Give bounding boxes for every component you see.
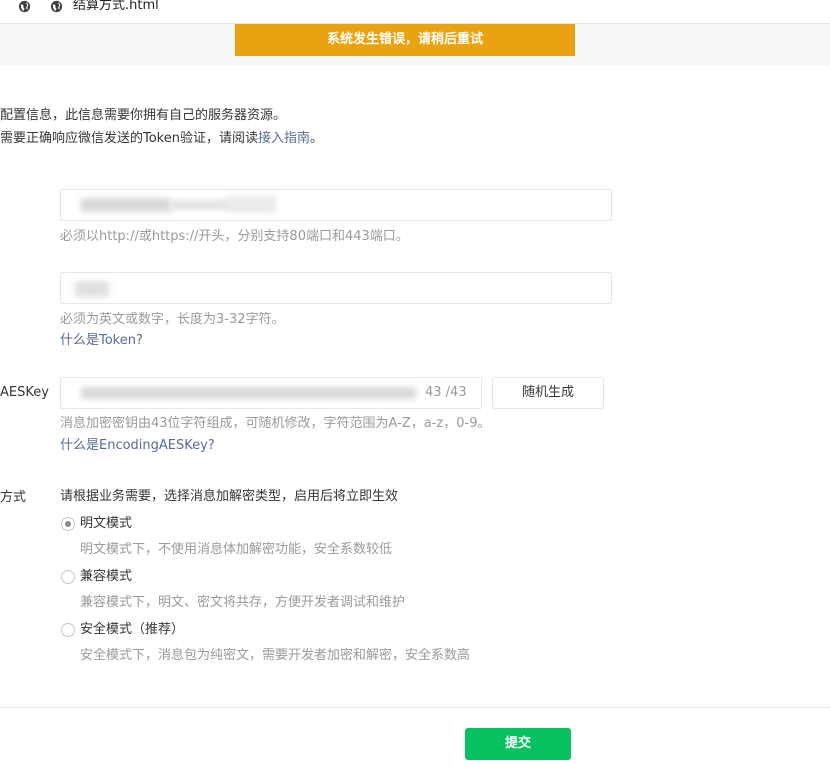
redacted-value [81,198,171,212]
radio-compatible[interactable] [61,570,75,584]
aes-key-hint: 消息加密密钥由43位字符组成，可随机修改，字符范围为A-Z，a-z，0-9。 [60,416,491,431]
redacted-value [81,387,416,399]
radio-plaintext-label[interactable]: 明文模式 [80,515,132,533]
aes-key-label: AESKey [0,385,49,400]
token-input[interactable] [60,272,612,304]
radio-compatible-desc: 兼容模式下，明文、密文将共存，方便开发者调试和维护 [80,595,406,610]
submit-button[interactable]: 提交 [465,728,571,760]
intro-line-2-suffix: 。 [310,131,324,146]
mode-label: 方式 [0,490,27,505]
redacted-value [226,196,276,212]
aes-key-input[interactable]: 43 /43 [60,377,482,409]
token-hint: 必须为英文或数字，长度为3-32字符。 [60,312,285,327]
url-hint: 必须以http://或https://开头，分别支持80端口和443端口。 [60,229,409,244]
redacted-value [75,281,109,297]
mode-intro: 请根据业务需要，选择消息加解密类型，启用后将立即生效 [60,489,399,504]
browser-tab-bar: 结算方式.html [0,0,830,24]
footer-divider [0,707,830,708]
tab-title[interactable]: 结算方式.html [73,0,159,14]
what-is-token-link[interactable]: 什么是Token? [60,332,143,350]
globe-icon [18,0,31,13]
intro-line-2: 需要正确响应微信发送的Token验证，请阅读接入指南。 [0,130,323,148]
aes-key-counter: 43 /43 [425,385,467,400]
radio-compatible-label[interactable]: 兼容模式 [80,568,132,586]
intro-line-1: 配置信息，此信息需要你拥有自己的服务器资源。 [0,108,287,123]
radio-plaintext[interactable] [61,517,75,531]
radio-secure[interactable] [61,623,75,637]
what-is-aes-key-link[interactable]: 什么是EncodingAESKey? [60,437,215,455]
access-guide-link[interactable]: 接入指南 [258,131,310,146]
random-generate-button[interactable]: 随机生成 [492,377,604,409]
globe-icon [50,0,63,13]
intro-line-2-prefix: 需要正确响应微信发送的Token验证，请阅读 [0,131,258,146]
radio-secure-desc: 安全模式下，消息包为纯密文，需要开发者加密和解密，安全系数高 [80,648,471,663]
url-input[interactable] [60,189,612,221]
error-banner: 系统发生错误，请稍后重试 [235,24,575,56]
radio-secure-label[interactable]: 安全模式（推荐） [80,621,184,639]
radio-plaintext-desc: 明文模式下，不使用消息体加解密功能，安全系数较低 [80,542,393,557]
